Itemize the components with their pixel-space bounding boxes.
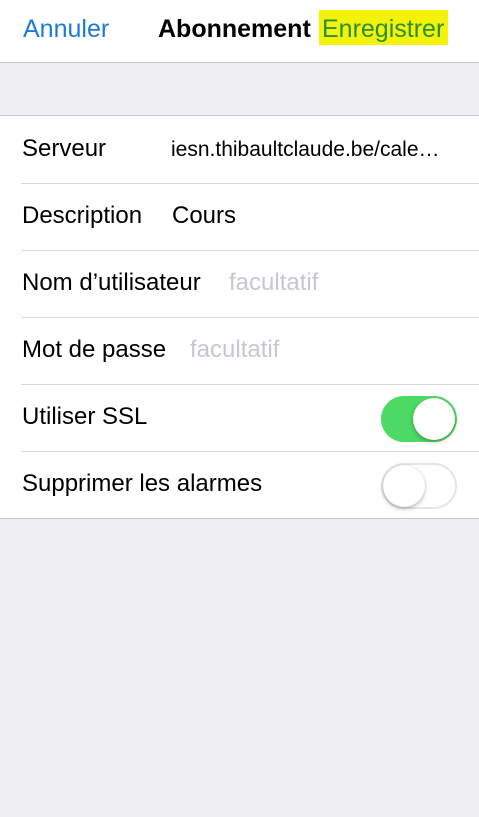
server-label: Serveur <box>22 135 107 162</box>
username-row[interactable]: Nom d’utilisateur facultatif <box>0 250 479 317</box>
ssl-label: Utiliser SSL <box>22 403 148 430</box>
ssl-row: Utiliser SSL <box>0 384 479 451</box>
password-label: Mot de passe <box>22 336 167 363</box>
username-label: Nom d’utilisateur <box>22 269 201 296</box>
alarms-label: Supprimer les alarmes <box>22 470 263 497</box>
server-field[interactable]: iesn.thibaultclaude.be/cale… <box>171 116 461 184</box>
description-label: Description <box>22 202 143 229</box>
server-row[interactable]: Serveur iesn.thibaultclaude.be/cale… <box>0 116 479 183</box>
save-button[interactable]: Enregistrer <box>319 10 449 45</box>
alarms-toggle[interactable] <box>381 463 457 509</box>
toggle-knob <box>413 398 455 440</box>
password-row[interactable]: Mot de passe facultatif <box>0 317 479 384</box>
page-title: Abonnement <box>158 15 311 43</box>
subscription-settings-group: Serveur iesn.thibaultclaude.be/cale… Des… <box>0 115 479 519</box>
navigation-bar: Annuler Abonnement Enregistrer <box>0 0 479 63</box>
ssl-toggle[interactable] <box>381 396 457 442</box>
password-field[interactable]: facultatif <box>190 317 279 383</box>
alarms-row: Supprimer les alarmes <box>0 451 479 518</box>
toggle-knob <box>383 465 425 507</box>
description-field[interactable]: Cours <box>172 183 236 249</box>
cancel-button[interactable]: Annuler <box>23 15 109 44</box>
username-field[interactable]: facultatif <box>229 250 318 316</box>
description-row[interactable]: Description Cours <box>0 183 479 250</box>
